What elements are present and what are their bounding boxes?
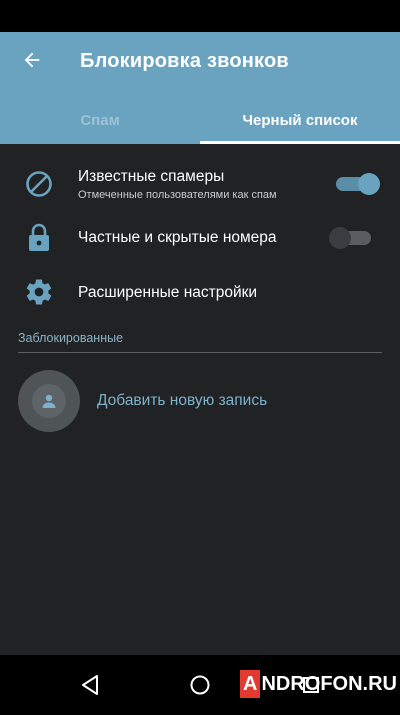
- setting-subtitle: Отмеченные пользователями как спам: [78, 189, 277, 201]
- setting-title: Расширенные настройки: [78, 284, 258, 301]
- block-icon: [22, 167, 56, 201]
- tab-spam[interactable]: Спам: [0, 96, 200, 144]
- site-watermark: A NDROFON.RU: [240, 670, 397, 698]
- setting-title: Частные и скрытые номера: [78, 229, 277, 246]
- circle-home-icon[interactable]: [188, 673, 212, 697]
- setting-private-numbers[interactable]: Частные и скрытые номера: [0, 218, 400, 258]
- setting-advanced[interactable]: Расширенные настройки: [0, 272, 400, 312]
- tab-bar: Спам Черный список: [0, 96, 400, 144]
- lock-icon: [22, 221, 56, 255]
- back-button[interactable]: [14, 44, 50, 76]
- watermark-letter: A: [240, 670, 261, 698]
- arrow-left-icon: [24, 52, 40, 68]
- section-divider: [18, 352, 382, 353]
- blocked-section-label: Заблокированные: [18, 331, 124, 345]
- watermark-text: NDROFON.RU: [261, 672, 397, 695]
- known-spammers-toggle[interactable]: [336, 172, 380, 196]
- private-numbers-toggle[interactable]: [329, 226, 375, 250]
- app-bar: Блокировка звонков Спам Черный список: [0, 32, 400, 144]
- add-new-entry-button[interactable]: Добавить новую запись: [18, 370, 382, 432]
- setting-title: Известные спамеры: [78, 168, 225, 185]
- add-new-entry-label: Добавить новую запись: [97, 392, 268, 409]
- setting-known-spammers[interactable]: Известные спамеры Отмеченные пользовател…: [0, 162, 400, 206]
- tab-blacklist[interactable]: Черный список: [200, 96, 400, 144]
- triangle-back-icon[interactable]: [78, 673, 102, 697]
- gear-icon: [22, 275, 56, 309]
- contact-avatar-icon: [18, 370, 80, 432]
- page-title: Блокировка звонков: [80, 50, 289, 72]
- call-blocking-screen: Блокировка звонков Спам Черный список Из…: [0, 0, 400, 715]
- status-bar: [0, 0, 400, 32]
